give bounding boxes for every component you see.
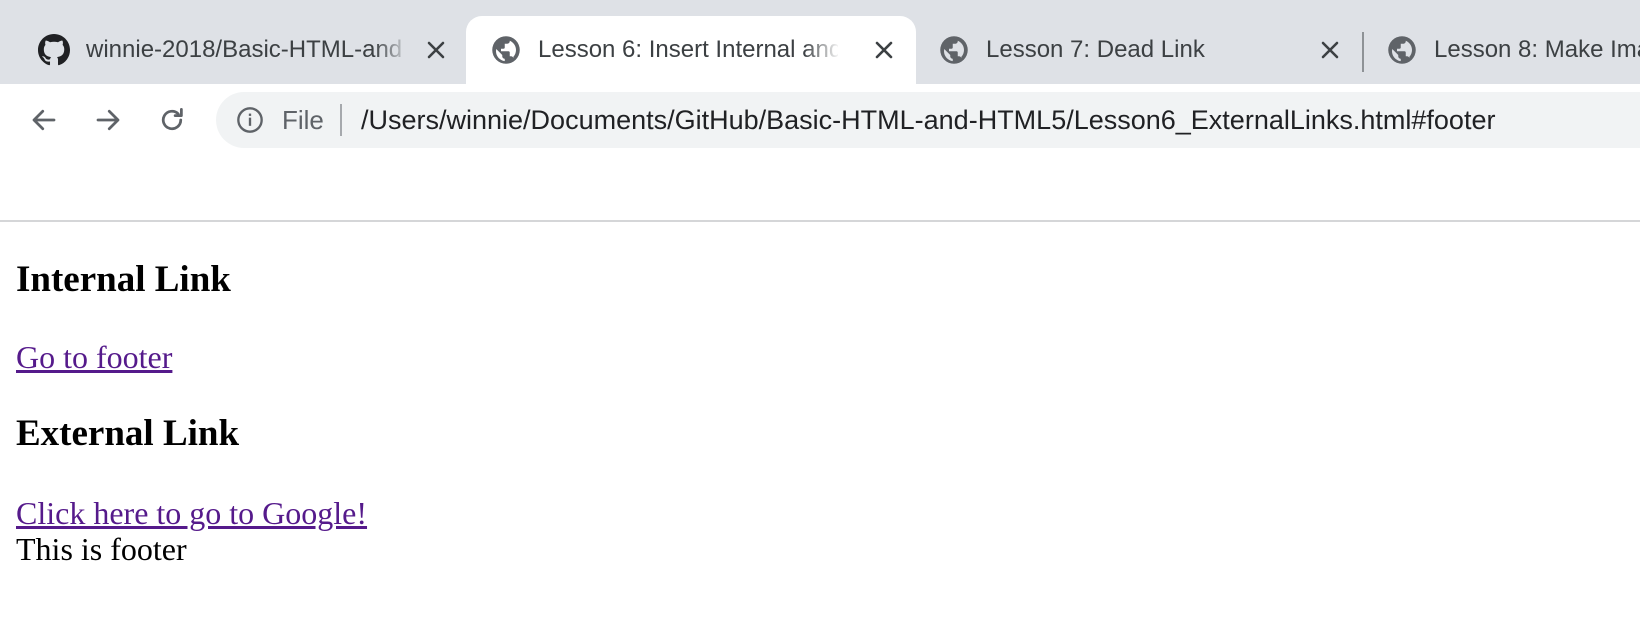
url-scheme-label: File — [282, 105, 324, 135]
tab-close-icon[interactable] — [1316, 36, 1344, 64]
google-link[interactable]: Click here to go to Google! — [16, 494, 367, 532]
arrow-left-icon[interactable] — [24, 100, 64, 140]
globe-icon — [938, 34, 970, 66]
globe-icon — [490, 34, 522, 66]
tab-lesson-7[interactable]: Lesson 7: Dead Link — [916, 16, 1362, 84]
globe-icon — [1386, 34, 1418, 66]
github-icon — [38, 34, 70, 66]
footer-text: This is footer — [16, 531, 187, 567]
internal-link-heading: Internal Link — [16, 259, 231, 300]
tab-title: winnie-2018/Basic-HTML-and — [86, 36, 403, 63]
arrow-right-icon[interactable] — [88, 100, 128, 140]
bookmark-bar — [0, 156, 1640, 220]
url-text[interactable]: /Users/winnie/Documents/GitHub/Basic-HTM… — [361, 104, 1495, 136]
toolbar-divider — [0, 220, 1640, 222]
address-bar[interactable]: File /Users/winnie/Documents/GitHub/Basi… — [216, 92, 1640, 148]
tab-title: Lesson 7: Dead Link — [986, 36, 1205, 63]
go-to-footer-link[interactable]: Go to footer — [16, 338, 172, 376]
tab-close-icon[interactable] — [870, 36, 898, 64]
info-icon[interactable] — [236, 106, 264, 134]
external-link-heading: External Link — [16, 413, 240, 454]
omnibox-divider — [340, 104, 342, 136]
browser-toolbar: File /Users/winnie/Documents/GitHub/Basi… — [0, 84, 1640, 156]
tab-close-icon[interactable] — [422, 36, 450, 64]
tab-title: Lesson 6: Insert Internal and E — [538, 36, 838, 63]
tab-lesson-6[interactable]: Lesson 6: Insert Internal and E — [466, 16, 916, 84]
tab-github-repo[interactable]: winnie-2018/Basic-HTML-and — [14, 16, 445, 84]
tab-title: Lesson 8: Make Ima — [1434, 36, 1640, 63]
tab-strip: winnie-2018/Basic-HTML-and Lesson 6: Ins… — [0, 0, 1640, 84]
tab-lesson-8[interactable]: Lesson 8: Make Ima — [1364, 16, 1640, 84]
reload-icon[interactable] — [152, 100, 192, 140]
